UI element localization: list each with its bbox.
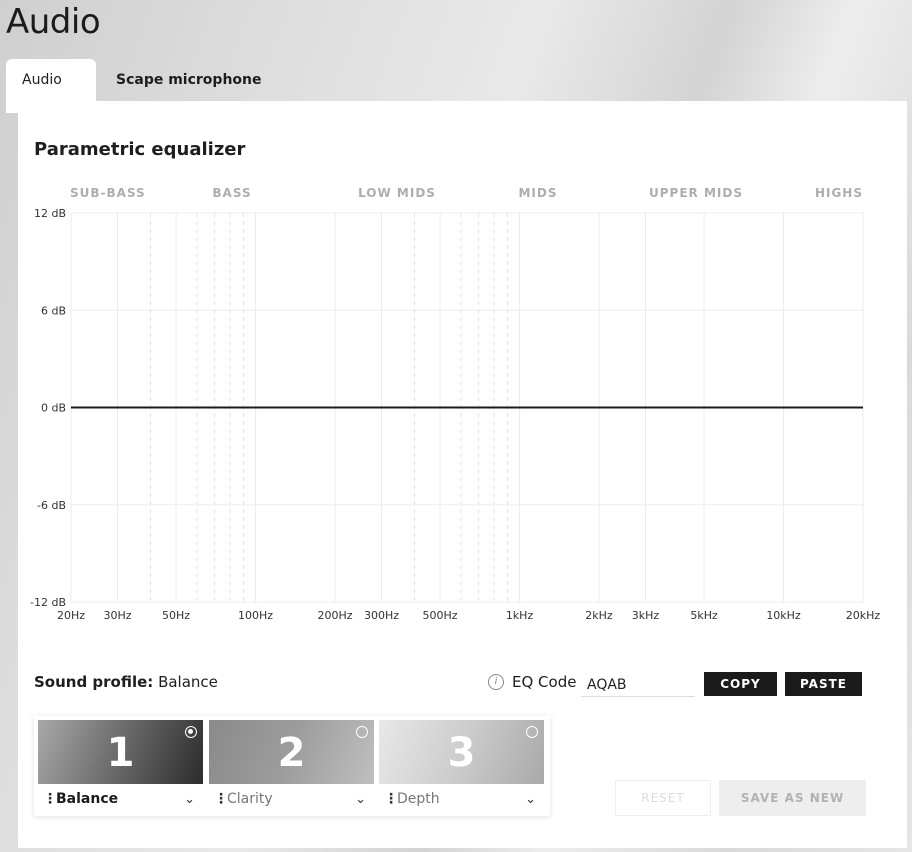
y-tick-label: -12 dB xyxy=(30,596,66,609)
profile-name: Depth xyxy=(397,791,440,807)
profile-label[interactable]: ⋮ Depth ⌄ xyxy=(379,784,544,815)
eq-code-label: EQ Code xyxy=(512,673,577,691)
reset-button[interactable]: RESET xyxy=(615,780,711,816)
tab-scape-microphone[interactable]: Scape microphone xyxy=(116,59,262,101)
paste-button[interactable]: PASTE xyxy=(785,672,862,696)
copy-button[interactable]: COPY xyxy=(704,672,777,696)
profile-card-2[interactable]: 2 ⋮ Clarity ⌄ xyxy=(209,720,374,815)
profile-name: Balance xyxy=(56,791,119,807)
profile-number: 1 xyxy=(106,730,135,776)
band-label: SUB-BASS xyxy=(70,186,146,200)
profile-card-1[interactable]: 1 ⋮ Balance ⌄ xyxy=(38,720,203,815)
y-tick-label: 12 dB xyxy=(34,207,66,220)
band-label: UPPER MIDS xyxy=(649,186,743,200)
profile-card-image[interactable]: 3 xyxy=(379,720,544,784)
band-label: LOW MIDS xyxy=(358,186,436,200)
eq-code-input[interactable] xyxy=(581,673,695,697)
sound-profile-value: Balance xyxy=(158,673,218,691)
profile-label[interactable]: ⋮ Clarity ⌄ xyxy=(209,784,374,815)
radio-unselected-icon[interactable] xyxy=(526,726,538,738)
x-tick-label: 50Hz xyxy=(162,609,190,622)
info-icon[interactable]: i xyxy=(488,674,504,690)
profile-card-image[interactable]: 2 xyxy=(209,720,374,784)
x-tick-label: 100Hz xyxy=(238,609,273,622)
profile-cards: 1 ⋮ Balance ⌄ 2 ⋮ Clarity ⌄ 3 ⋮ Depth ⌄ xyxy=(34,716,550,816)
profile-label[interactable]: ⋮ Balance ⌄ xyxy=(38,784,203,815)
profile-card-3[interactable]: 3 ⋮ Depth ⌄ xyxy=(379,720,544,815)
band-label: HIGHS xyxy=(815,186,863,200)
page-title: Audio xyxy=(6,2,101,42)
x-tick-label: 20Hz xyxy=(57,609,85,622)
equalizer-chart[interactable]: SUB-BASS BASS LOW MIDS MIDS UPPER MIDS HIGHS … xyxy=(18,113,907,633)
kebab-menu-icon[interactable]: ⋮ xyxy=(384,784,398,815)
y-tick-label: 0 dB xyxy=(41,402,66,415)
chevron-down-icon[interactable]: ⌄ xyxy=(355,784,366,815)
kebab-menu-icon[interactable]: ⋮ xyxy=(43,784,57,815)
radio-selected-icon[interactable] xyxy=(185,726,197,738)
profile-card-image[interactable]: 1 xyxy=(38,720,203,784)
sound-profile: Sound profile: Balance xyxy=(34,673,218,691)
x-tick-label: 30Hz xyxy=(103,609,131,622)
audio-panel: Parametric equalizer SUB-BASS BASS LOW MID… xyxy=(6,101,907,848)
eq-code-group: i EQ Code xyxy=(488,673,576,691)
chevron-down-icon[interactable]: ⌄ xyxy=(184,784,195,815)
x-tick-label: 300Hz xyxy=(364,609,399,622)
band-label: MIDS xyxy=(518,186,557,200)
x-tick-label: 3kHz xyxy=(632,609,660,622)
radio-unselected-icon[interactable] xyxy=(356,726,368,738)
x-tick-label: 2kHz xyxy=(585,609,613,622)
profile-number: 2 xyxy=(277,730,306,776)
x-tick-label: 200Hz xyxy=(317,609,352,622)
x-tick-label: 1kHz xyxy=(506,609,534,622)
y-tick-label: 6 dB xyxy=(41,304,66,317)
x-tick-label: 20kHz xyxy=(846,609,881,622)
kebab-menu-icon[interactable]: ⋮ xyxy=(214,784,228,815)
profile-name: Clarity xyxy=(227,791,273,807)
y-tick-label: -6 dB xyxy=(37,499,66,512)
x-tick-label: 500Hz xyxy=(423,609,458,622)
band-label: BASS xyxy=(212,186,251,200)
x-tick-label: 5kHz xyxy=(690,609,718,622)
x-tick-label: 10kHz xyxy=(766,609,801,622)
chevron-down-icon[interactable]: ⌄ xyxy=(525,784,536,815)
save-as-new-button[interactable]: SAVE AS NEW xyxy=(719,780,866,816)
sound-profile-label: Sound profile: xyxy=(34,673,154,691)
tab-audio[interactable]: Audio xyxy=(6,59,96,101)
profile-number: 3 xyxy=(447,730,476,776)
